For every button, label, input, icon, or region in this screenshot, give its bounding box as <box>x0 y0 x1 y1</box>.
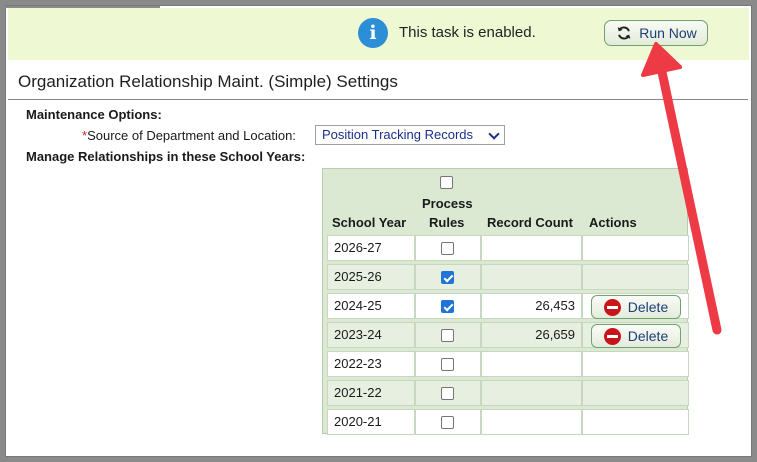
header-school-year: School Year <box>332 215 407 230</box>
status-banner: i This task is enabled. Run Now <box>8 8 749 60</box>
record-count-cell: 26,453 <box>481 293 582 319</box>
delete-label: Delete <box>627 328 669 344</box>
page-title: Organization Relationship Maint. (Simple… <box>18 72 398 91</box>
process-rules-checkbox[interactable] <box>441 329 454 342</box>
school-year-cell: 2023-24 <box>327 322 415 348</box>
process-rules-cell <box>415 322 481 348</box>
banner-message: This task is enabled. <box>399 24 536 41</box>
table-row: 2025-26 <box>327 264 689 290</box>
process-rules-cell <box>415 235 481 261</box>
run-now-label: Run Now <box>639 25 697 41</box>
select-all-checkbox[interactable] <box>440 176 453 189</box>
process-rules-cell <box>415 293 481 319</box>
process-rules-checkbox[interactable] <box>441 300 454 313</box>
source-select[interactable]: Position Tracking Records <box>315 125 505 145</box>
banner-notch <box>0 6 160 8</box>
actions-cell <box>582 235 689 261</box>
minus-circle-icon <box>603 327 621 345</box>
process-rules-checkbox[interactable] <box>441 358 454 371</box>
school-year-cell: 2026-27 <box>327 235 415 261</box>
process-rules-cell <box>415 409 481 435</box>
process-rules-checkbox[interactable] <box>441 416 454 429</box>
school-year-cell: 2020-21 <box>327 409 415 435</box>
delete-button[interactable]: Delete <box>591 295 681 319</box>
table-row: 2020-21 <box>327 409 689 435</box>
process-rules-cell <box>415 351 481 377</box>
delete-label: Delete <box>627 299 669 315</box>
manage-years-heading: Manage Relationships in these School Yea… <box>26 149 306 164</box>
school-year-cell: 2021-22 <box>327 380 415 406</box>
table-row: 2023-24 26,659 Delete <box>327 322 689 348</box>
table-row: 2024-25 26,453 Delete <box>327 293 689 319</box>
minus-circle-icon <box>603 298 621 316</box>
school-years-table: Process Rules School Year Record Count A… <box>322 168 689 435</box>
school-year-cell: 2025-26 <box>327 264 415 290</box>
school-year-cell: 2024-25 <box>327 293 415 319</box>
actions-cell <box>582 409 689 435</box>
header-actions: Actions <box>589 215 637 230</box>
header-process: Process <box>422 196 473 211</box>
header-rules: Rules <box>429 215 465 230</box>
process-rules-checkbox[interactable] <box>441 387 454 400</box>
record-count-cell: 26,659 <box>481 322 582 348</box>
process-rules-checkbox[interactable] <box>441 271 454 284</box>
info-icon: i <box>358 18 388 48</box>
chevron-down-icon <box>488 128 500 140</box>
record-count-cell <box>481 380 582 406</box>
process-rules-cell <box>415 264 481 290</box>
actions-cell: Delete <box>582 322 689 348</box>
actions-cell: Delete <box>582 293 689 319</box>
source-label-text: Source of Department and Location: <box>87 128 296 143</box>
actions-cell <box>582 264 689 290</box>
select-all-box[interactable] <box>440 176 453 189</box>
record-count-cell <box>481 264 582 290</box>
source-label: *Source of Department and Location: <box>82 128 296 143</box>
process-rules-checkbox[interactable] <box>441 242 454 255</box>
record-count-cell <box>481 351 582 377</box>
record-count-cell <box>481 409 582 435</box>
table-row: 2022-23 <box>327 351 689 377</box>
record-count-cell <box>481 235 582 261</box>
header-record-count: Record Count <box>487 215 573 230</box>
actions-cell <box>582 380 689 406</box>
maintenance-options-heading: Maintenance Options: <box>26 107 162 122</box>
school-year-cell: 2022-23 <box>327 351 415 377</box>
actions-cell <box>582 351 689 377</box>
run-now-button[interactable]: Run Now <box>604 20 708 46</box>
process-rules-cell <box>415 380 481 406</box>
source-select-value: Position Tracking Records <box>322 127 474 142</box>
table-row: 2026-27 <box>327 235 689 261</box>
refresh-icon <box>617 26 631 40</box>
title-divider <box>8 99 748 100</box>
delete-button[interactable]: Delete <box>591 324 681 348</box>
table-row: 2021-22 <box>327 380 689 406</box>
